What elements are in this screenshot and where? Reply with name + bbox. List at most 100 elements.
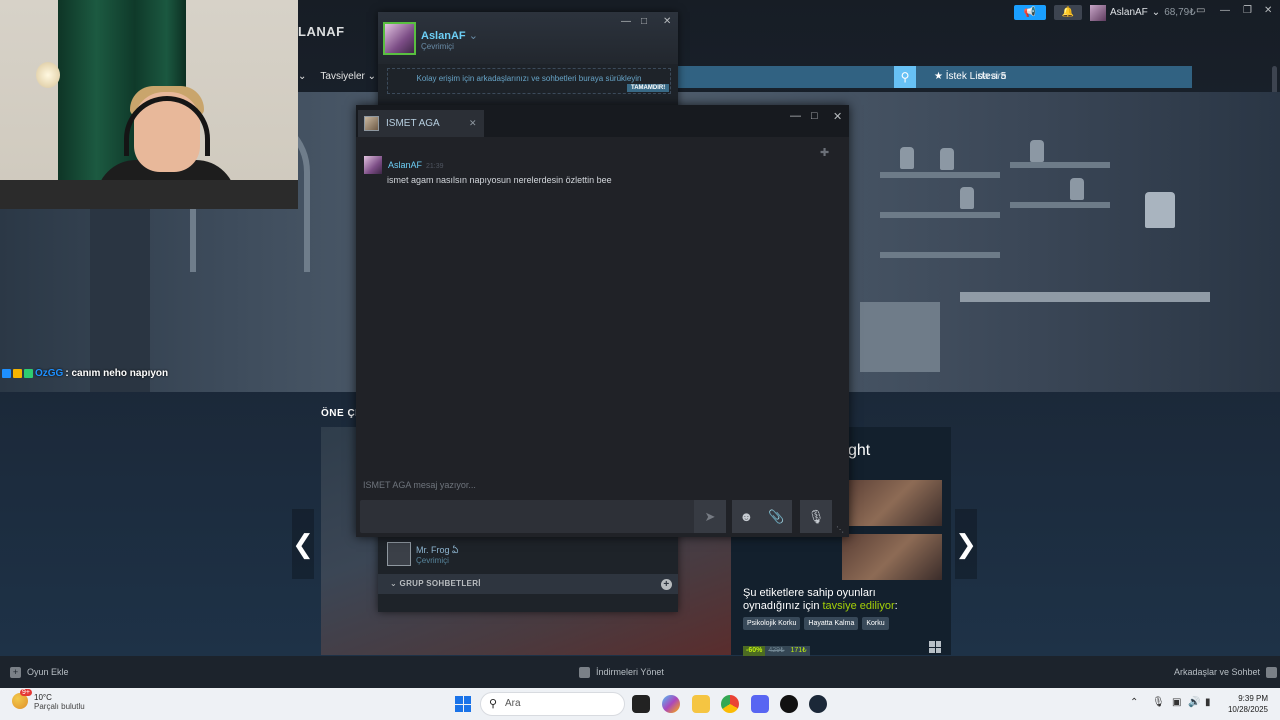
add-game-button[interactable]: + Oyun Ekle <box>10 656 69 688</box>
weather-temp: 10°C <box>34 693 52 702</box>
weather-widget[interactable]: 9+ 10°C Parçalı bulutlu <box>12 689 85 711</box>
badge-icon <box>2 369 11 378</box>
chat-tab-name: ISMET AGA <box>386 118 440 129</box>
price-block[interactable]: -60% 429₺ 171₺ <box>743 646 810 656</box>
chat-tab[interactable]: ISMET AGA ✕ <box>358 110 484 137</box>
send-icon: ➤ <box>704 509 716 524</box>
friend-list-item[interactable]: Mr. Frog ఏ Çevrimiçi <box>384 540 674 570</box>
announcements-button[interactable]: 📢 <box>1014 5 1046 20</box>
group-chats-label: GRUP SOHBETLERİ <box>399 579 481 588</box>
self-avatar[interactable] <box>383 22 416 55</box>
friends-chat-button[interactable]: Arkadaşlar ve Sohbet <box>1174 656 1278 688</box>
webcam-overlay <box>0 0 298 209</box>
minimize-icon[interactable]: — <box>790 110 801 122</box>
self-name[interactable]: AslanAF ⌄ <box>421 29 478 42</box>
friends-chat-label: Arkadaşlar ve Sohbet <box>1174 667 1261 677</box>
friends-icon <box>1266 666 1278 678</box>
wishlist-label: İstek Listesi <box>945 71 998 82</box>
battery-icon[interactable]: ▮ <box>1205 697 1211 708</box>
tag[interactable]: Hayatta Kalma <box>804 617 859 630</box>
maximize-icon[interactable]: □ <box>641 16 647 27</box>
system-clock[interactable]: 9:39 PM 10/28/2025 <box>1222 693 1268 715</box>
dismiss-hint-button[interactable]: TAMAMDIR! <box>627 84 670 92</box>
manage-downloads-button[interactable]: İndirmeleri Yönet <box>579 656 664 688</box>
start-button[interactable] <box>455 696 471 712</box>
reco-colon: : <box>894 600 898 612</box>
chat-composer: ➤ ☻ 📎 🎙 <box>360 500 845 533</box>
close-icon[interactable]: ✕ <box>833 110 842 123</box>
weather-desc: Parçalı bulutlu <box>34 702 85 711</box>
featured-game-title[interactable]: ght <box>848 442 870 460</box>
account-name: AslanAF <box>1110 7 1148 18</box>
account-menu[interactable]: AslanAF ⌄ 68,79₺ <box>1090 4 1196 21</box>
steam-bottom-bar: + Oyun Ekle İndirmeleri Yönet Arkadaşlar … <box>0 656 1280 688</box>
network-icon[interactable]: ▣ <box>1172 697 1181 708</box>
tag[interactable]: Psikolojik Korku <box>743 617 801 630</box>
maximize-icon[interactable]: □ <box>811 110 818 122</box>
screenshot-thumb[interactable] <box>842 480 942 526</box>
store-title: LANAF <box>298 24 345 39</box>
emoticon-icon[interactable]: ☻ <box>740 509 754 524</box>
volume-icon[interactable]: 🔊 <box>1188 697 1200 708</box>
message-avatar[interactable] <box>364 156 382 174</box>
search-button[interactable]: ⚲ <box>894 66 916 88</box>
copilot-icon[interactable] <box>662 695 680 713</box>
close-tab-icon[interactable]: ✕ <box>469 118 477 129</box>
close-icon[interactable]: ✕ <box>663 16 671 27</box>
restore-icon[interactable]: ❐ <box>1243 5 1252 16</box>
megaphone-icon: 📢 <box>1023 7 1037 18</box>
chat-titlebar: ISMET AGA ✕ — □ ✕ <box>356 105 849 137</box>
windows-platform-icon <box>929 641 941 653</box>
message-text: ismet agam nasılsın napıyosun nerelerdes… <box>387 175 612 185</box>
chat-tools: ☻ 📎 <box>732 500 792 533</box>
chevron-down-icon: ⌄ <box>390 579 398 588</box>
voice-chat-button[interactable]: 🎙 <box>800 500 832 533</box>
discord-icon[interactable] <box>751 695 769 713</box>
message-author[interactable]: AslanAF <box>388 160 422 170</box>
microphone-icon: 🎙 <box>807 509 825 524</box>
send-button[interactable]: ➤ <box>694 500 726 533</box>
attach-icon[interactable]: 📎 <box>768 509 784 525</box>
add-group-icon[interactable]: + <box>661 579 672 590</box>
steam-icon[interactable] <box>809 695 827 713</box>
taskbar-search[interactable]: ⚲ Ara <box>480 692 625 716</box>
weather-icon: 9+ <box>12 689 32 709</box>
screenshot-thumb[interactable] <box>842 534 942 580</box>
file-explorer-icon[interactable] <box>692 695 710 713</box>
nav-tavsiyeler[interactable]: ⌄ Tavsiyeler ⌄ <box>298 66 376 88</box>
minimize-icon[interactable]: — <box>1220 5 1230 16</box>
carousel-prev-button[interactable]: ❮ <box>292 509 314 579</box>
minimize-icon[interactable]: — <box>621 16 631 27</box>
microphone-icon[interactable]: 🎙 <box>1152 697 1165 708</box>
account-balance: 68,79₺ <box>1164 7 1196 18</box>
stream-chat-message: OzGG : canım neho napıyon <box>2 368 168 379</box>
carousel-next-button[interactable]: ❯ <box>955 509 977 579</box>
typing-indicator: ISMET AGA mesaj yazıyor... <box>363 480 476 490</box>
discount-pct: -60% <box>743 646 766 656</box>
chat-tab-avatar <box>364 116 379 131</box>
notifications-button[interactable]: 🔔 <box>1054 5 1082 20</box>
clock-date: 10/28/2025 <box>1227 705 1268 714</box>
reco-line-1: Şu etiketlere sahip oyunları <box>743 587 876 599</box>
wishlist-link[interactable]: ★ İstek Listesi 5 <box>934 66 1006 88</box>
account-avatar <box>1090 4 1106 21</box>
invite-friend-icon[interactable]: ✚ <box>820 146 829 159</box>
featured-section-title: ÖNE ÇI <box>321 408 359 419</box>
task-view-icon[interactable] <box>632 695 650 713</box>
close-icon[interactable]: ✕ <box>1264 5 1272 16</box>
add-game-label: Oyun Ekle <box>27 667 69 677</box>
star-icon: ★ <box>934 71 943 82</box>
big-picture-icon[interactable]: ▭ <box>1196 5 1205 16</box>
chevron-up-icon[interactable]: ⌃ <box>1130 697 1138 708</box>
chat-input[interactable] <box>360 500 694 533</box>
resize-handle[interactable]: ⋱ <box>836 525 844 534</box>
group-chats-header[interactable]: ⌄ GRUP SOHBETLERİ + <box>378 574 678 594</box>
downloads-label: İndirmeleri Yönet <box>596 667 664 677</box>
friends-header: AslanAF ⌄ Çevrimiçi — □ ✕ <box>378 12 678 64</box>
tag[interactable]: Korku <box>862 617 889 630</box>
reco-line-2: oynadığınız için <box>743 600 823 612</box>
self-status: Çevrimiçi <box>421 42 454 51</box>
reco-highlight: tavsiye ediliyor <box>822 600 895 612</box>
obs-icon[interactable] <box>780 695 798 713</box>
chrome-icon[interactable] <box>721 695 739 713</box>
